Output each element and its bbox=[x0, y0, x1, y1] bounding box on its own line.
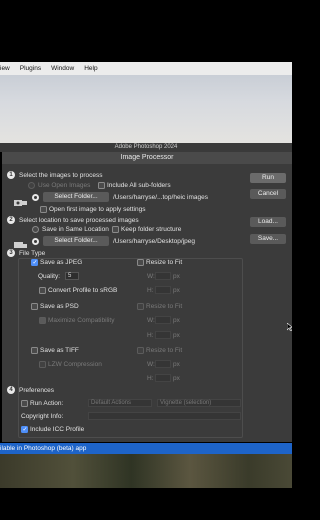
menu-window[interactable]: Window bbox=[51, 65, 74, 72]
save-tiff-checkbox[interactable] bbox=[31, 347, 38, 354]
tiff-width-label: W: bbox=[147, 361, 155, 368]
camera-folder-icon bbox=[14, 193, 28, 206]
save-psd-checkbox[interactable] bbox=[31, 303, 38, 310]
psd-height-input[interactable] bbox=[155, 331, 171, 339]
jpeg-resize-checkbox[interactable] bbox=[137, 259, 144, 266]
include-subfolders-checkbox[interactable] bbox=[98, 182, 105, 189]
menu-view[interactable]: iew bbox=[0, 65, 10, 72]
keep-folder-structure-checkbox[interactable] bbox=[112, 226, 119, 233]
section-number-1: 1 bbox=[7, 171, 15, 179]
menu-help[interactable]: Help bbox=[84, 65, 97, 72]
save-same-location-radio[interactable] bbox=[32, 226, 39, 233]
save-button[interactable]: Save... bbox=[250, 234, 286, 244]
action-set-select[interactable]: Default Actions bbox=[88, 399, 152, 407]
run-action-label: Run Action: bbox=[30, 400, 64, 407]
section3-heading: File Type bbox=[19, 250, 46, 257]
section4-heading: Preferences bbox=[19, 387, 55, 394]
image-processor-dialog: Image Processor 1 Select the images to p… bbox=[2, 152, 292, 442]
beta-status-bar[interactable]: ilable in Photoshop (beta) app bbox=[0, 443, 292, 454]
cancel-button[interactable]: Cancel bbox=[250, 189, 286, 199]
run-action-checkbox[interactable] bbox=[21, 400, 28, 407]
dialog-title: Image Processor bbox=[2, 152, 292, 164]
save-same-location-label: Save in Same Location bbox=[42, 226, 109, 233]
jpeg-width-unit: px bbox=[173, 273, 180, 280]
maximize-compat-checkbox[interactable] bbox=[39, 317, 46, 324]
jpeg-height-unit: px bbox=[173, 287, 180, 294]
quality-input[interactable]: 5 bbox=[65, 272, 79, 280]
psd-width-label: W: bbox=[147, 317, 155, 324]
action-select[interactable]: Vignette (selection) bbox=[157, 399, 241, 407]
folder-save-icon bbox=[14, 236, 28, 248]
source-path: /Users/harryse/...top/heic images bbox=[113, 194, 209, 201]
open-first-image-label: Open first image to apply settings bbox=[49, 206, 146, 213]
include-icc-label: Include ICC Profile bbox=[30, 426, 85, 433]
screen: iew Plugins Window Help Adobe Photoshop … bbox=[0, 0, 292, 520]
run-button[interactable]: Run bbox=[250, 173, 286, 183]
section1-heading: Select the images to process bbox=[19, 172, 103, 179]
app-title: Adobe Photoshop 2024 bbox=[0, 143, 292, 152]
lzw-compression-label: LZW Compression bbox=[48, 361, 102, 368]
section2-heading: Select location to save processed images bbox=[19, 217, 139, 224]
save-tiff-label: Save as TIFF bbox=[40, 347, 79, 354]
tiff-height-input[interactable] bbox=[155, 374, 171, 382]
convert-srgb-checkbox[interactable] bbox=[39, 287, 46, 294]
section-number-2: 2 bbox=[7, 216, 15, 224]
tiff-height-unit: px bbox=[173, 375, 180, 382]
mouse-cursor-icon bbox=[286, 318, 292, 332]
select-destination-folder-button[interactable]: Select Folder... bbox=[43, 236, 109, 246]
tiff-height-label: H: bbox=[147, 375, 154, 382]
load-button[interactable]: Load... bbox=[250, 217, 286, 227]
destination-path: /Users/harryse/Desktop/jpeg bbox=[113, 238, 196, 245]
tiff-width-input[interactable] bbox=[155, 360, 171, 368]
psd-width-unit: px bbox=[173, 317, 180, 324]
maximize-compat-label: Maximize Compatibility bbox=[48, 317, 115, 324]
tiff-resize-label: Resize to Fit bbox=[146, 347, 183, 354]
background-canvas-image bbox=[0, 75, 292, 143]
convert-srgb-label: Convert Profile to sRGB bbox=[48, 287, 118, 294]
psd-resize-checkbox[interactable] bbox=[137, 303, 144, 310]
psd-height-label: H: bbox=[147, 332, 154, 339]
keep-folder-structure-label: Keep folder structure bbox=[121, 226, 182, 233]
menu-plugins[interactable]: Plugins bbox=[20, 65, 41, 72]
include-subfolders-label: Include All sub-folders bbox=[107, 182, 171, 189]
open-first-image-checkbox[interactable] bbox=[40, 206, 47, 213]
jpeg-resize-label: Resize to Fit bbox=[146, 259, 183, 266]
psd-height-unit: px bbox=[173, 332, 180, 339]
save-jpeg-label: Save as JPEG bbox=[40, 259, 83, 266]
section-number-3: 3 bbox=[7, 249, 15, 257]
select-destination-radio[interactable] bbox=[32, 238, 39, 245]
include-icc-checkbox[interactable] bbox=[21, 426, 28, 433]
use-open-images-label: Use Open Images bbox=[38, 182, 91, 189]
jpeg-height-label: H: bbox=[147, 287, 154, 294]
select-source-radio[interactable] bbox=[32, 194, 39, 201]
tiff-width-unit: px bbox=[173, 361, 180, 368]
psd-resize-label: Resize to Fit bbox=[146, 303, 183, 310]
lzw-compression-checkbox[interactable] bbox=[39, 361, 46, 368]
jpeg-height-input[interactable] bbox=[155, 286, 171, 294]
save-psd-label: Save as PSD bbox=[40, 303, 79, 310]
select-source-folder-button[interactable]: Select Folder... bbox=[43, 192, 109, 202]
tiff-resize-checkbox[interactable] bbox=[137, 347, 144, 354]
quality-label: Quality: bbox=[38, 273, 61, 280]
menu-bar: iew Plugins Window Help bbox=[0, 62, 292, 75]
section-number-4: 4 bbox=[7, 386, 15, 394]
background-photo-strip bbox=[0, 454, 292, 488]
use-open-images-radio[interactable] bbox=[28, 182, 35, 189]
jpeg-width-label: W: bbox=[147, 273, 155, 280]
jpeg-width-input[interactable] bbox=[155, 272, 171, 280]
psd-width-input[interactable] bbox=[155, 316, 171, 324]
copyright-input[interactable] bbox=[88, 412, 241, 420]
save-jpeg-checkbox[interactable] bbox=[31, 259, 38, 266]
copyright-label: Copyright Info: bbox=[21, 413, 64, 420]
